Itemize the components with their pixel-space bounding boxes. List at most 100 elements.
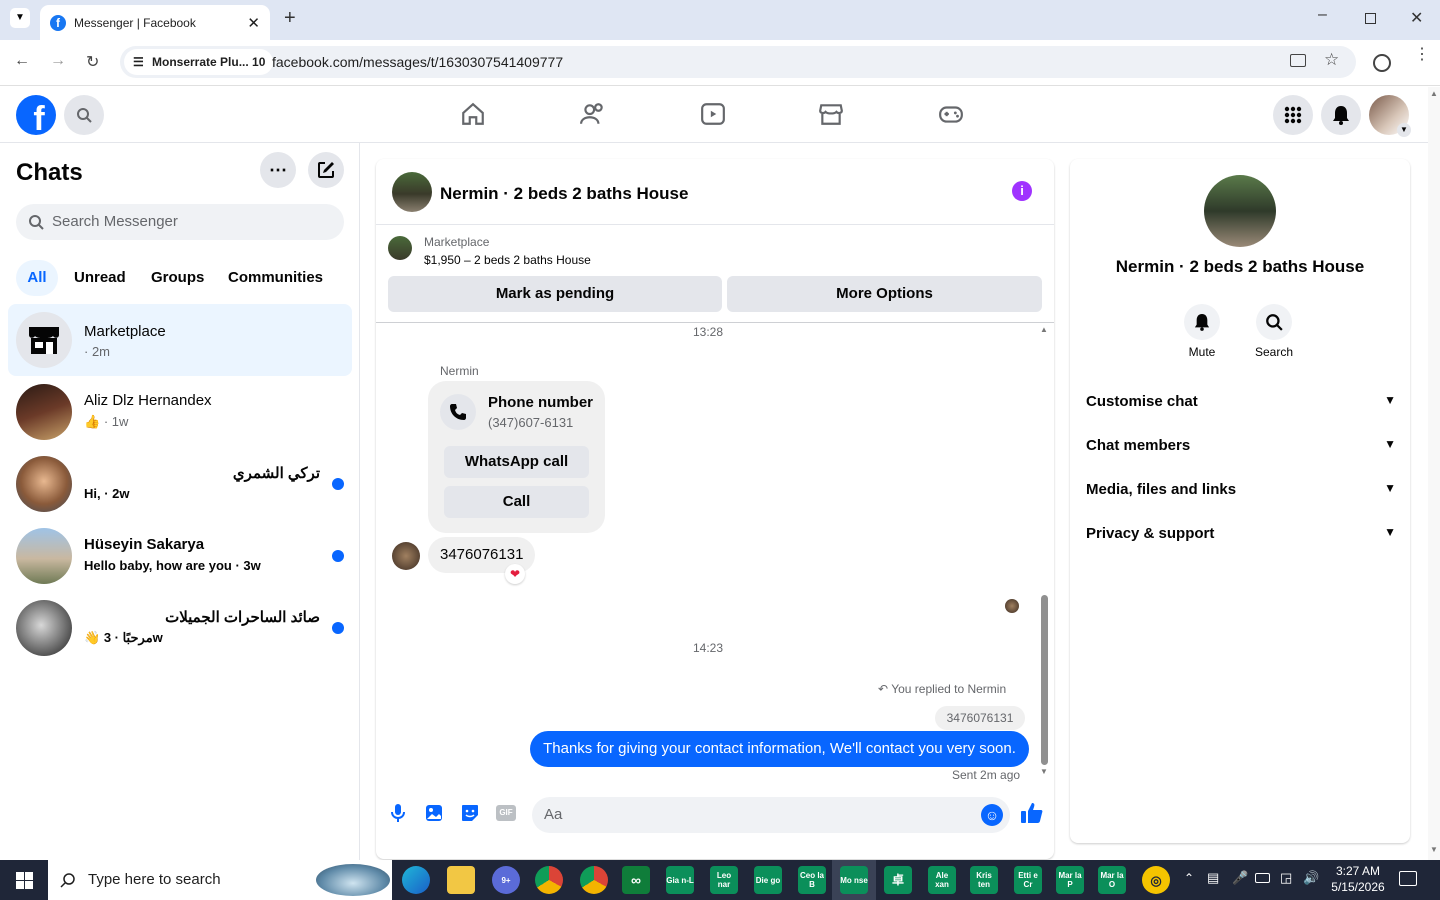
tray-network-icon[interactable]: ▤ [1207,870,1219,886]
notifications-button[interactable] [1321,95,1361,135]
taskbar-app[interactable]: Ale xan [928,866,956,894]
taskbar-app[interactable]: Mar la O [1098,866,1126,894]
listing-title[interactable]: $1,950 – 2 beds 2 baths House [424,253,591,267]
tray-chevron-icon[interactable]: ⌃ [1184,871,1194,885]
forward-icon[interactable]: → [50,52,66,70]
search-button[interactable] [64,95,104,135]
page-scroll-up-icon[interactable]: ▲ [1430,89,1438,98]
site-info-chip[interactable]: ☰ Monserrate Plu... 10 [124,49,274,75]
conversation-title[interactable]: Nermin · 2 beds 2 baths House [440,184,688,204]
infinity-app-icon[interactable]: ∞ [622,866,650,894]
scroll-up-arrow-icon[interactable]: ▲ [1040,325,1048,334]
taskbar-app[interactable]: Kris ten [970,866,998,894]
chrome-icon-2[interactable] [580,866,608,894]
tab-list-button[interactable]: ▼ [10,8,30,28]
taskbar-search-input[interactable]: Type here to search [48,860,392,900]
mark-as-pending-button[interactable]: Mark as pending [388,276,722,312]
chats-options-button[interactable]: ⋯ [260,152,296,188]
facebook-logo-icon[interactable]: f [16,95,56,135]
friends-icon[interactable] [580,101,606,127]
maximize-button[interactable] [1365,13,1376,24]
message-input[interactable]: Aa ☺ [532,797,1010,833]
tray-microphone-icon[interactable]: 🎤 [1232,870,1248,886]
windows-start-icon[interactable] [16,872,33,889]
notification-center-icon[interactable] [1399,871,1417,886]
microphone-icon[interactable] [388,803,408,823]
filter-unread[interactable]: Unread [74,269,126,286]
menu-button[interactable] [1273,95,1313,135]
account-avatar[interactable]: ▼ [1369,95,1411,137]
sender-avatar [392,542,420,570]
filter-communities[interactable]: Communities [228,269,323,286]
minimize-button[interactable]: – [1318,6,1327,24]
install-app-icon[interactable] [1290,54,1306,67]
unread-dot [332,622,344,634]
edge-icon[interactable] [402,866,430,894]
chat-item-huseyin[interactable]: Hüseyin Sakarya Hello baby, how are you … [8,520,352,592]
customise-chat-section[interactable]: Customise chat ▼ [1086,393,1396,410]
bookmark-star-icon[interactable]: ☆ [1324,50,1339,70]
scroll-down-arrow-icon[interactable]: ▼ [1040,767,1048,776]
new-message-button[interactable] [308,152,344,188]
gaming-icon[interactable] [938,101,964,127]
chrome-profile-icon[interactable]: 9+ [492,866,520,894]
marketplace-icon[interactable] [818,101,844,127]
chat-members-section[interactable]: Chat members ▼ [1086,437,1396,454]
taskbar-app-active[interactable]: Mo nse [840,866,868,894]
info-icon[interactable]: i [1012,181,1032,201]
scrollbar-thumb[interactable] [1041,595,1048,765]
tray-volume-icon[interactable]: 🔊 [1303,870,1319,886]
new-tab-button[interactable]: + [284,7,296,30]
search-messenger-input[interactable]: Search Messenger [16,204,344,240]
lastpass-icon[interactable]: ◎ [1142,866,1170,894]
chat-item-saed[interactable]: صائد الساحرات الجميلات 👋 مرحبًا · 3w [8,592,352,664]
chat-item-marketplace[interactable]: Marketplace · 2m [8,304,352,376]
gif-icon[interactable]: GIF [496,805,516,821]
tray-battery-icon[interactable] [1255,873,1270,883]
video-icon[interactable] [700,101,726,127]
taskbar-app[interactable]: Gia n-L [666,866,694,894]
chat-item-aliz[interactable]: Aliz Dlz Hernandex 👍 · 1w [8,376,352,448]
page-scrollbar[interactable]: ▲ ▼ [1428,87,1440,860]
home-icon[interactable] [460,101,486,127]
more-options-button[interactable]: More Options [727,276,1042,312]
taskbar-app[interactable]: Leo nar [710,866,738,894]
chrome-icon[interactable] [535,866,563,894]
tree-app-icon[interactable]: 卓 [884,866,912,894]
replied-quote[interactable]: 3476076131 [935,706,1025,730]
taskbar-app[interactable]: Ceo la B [798,866,826,894]
sticker-icon[interactable] [460,803,480,823]
chat-item-turki[interactable]: تركي الشمري Hi, · 2w [8,448,352,520]
taskbar-app[interactable]: Die go [754,866,782,894]
taskbar-clock[interactable]: 3:27 AM 5/15/2026 [1322,863,1394,895]
media-files-links-section[interactable]: Media, files and links ▼ [1086,481,1396,498]
file-explorer-icon[interactable] [447,866,475,894]
close-window-button[interactable]: ✕ [1410,8,1423,28]
profile-icon[interactable] [1373,54,1391,72]
heart-reaction-icon[interactable]: ❤ [505,564,525,584]
page-scroll-down-icon[interactable]: ▼ [1430,845,1438,854]
listing-thumbnail[interactable] [388,236,412,260]
search-conversation-button[interactable] [1256,304,1292,340]
filter-all[interactable]: All [16,260,58,296]
browser-menu-icon[interactable]: ⋮ [1414,47,1430,63]
privacy-support-section[interactable]: Privacy & support ▼ [1086,525,1396,542]
taskbar-app[interactable]: Etti e Cr [1014,866,1042,894]
close-tab-icon[interactable]: ✕ [247,14,260,32]
info-avatar[interactable] [1204,175,1276,247]
filter-groups[interactable]: Groups [151,269,204,286]
mute-button[interactable] [1184,304,1220,340]
back-icon[interactable]: ← [14,52,30,70]
address-bar[interactable]: ☰ Monserrate Plu... 10 facebook.com/mess… [120,46,1356,78]
photo-icon[interactable] [424,803,444,823]
sent-message-bubble[interactable]: Thanks for giving your contact informati… [530,731,1029,767]
tray-wifi-icon[interactable]: ◲ [1280,870,1292,886]
taskbar-app[interactable]: Mar la P [1056,866,1084,894]
reload-icon[interactable]: ↻ [86,52,99,72]
whatsapp-call-button[interactable]: WhatsApp call [444,446,589,478]
call-button[interactable]: Call [444,486,589,518]
emoji-icon[interactable]: ☺ [981,804,1003,826]
conversation-avatar[interactable] [392,172,432,212]
like-icon[interactable] [1020,801,1044,825]
browser-tab[interactable]: f Messenger | Facebook ✕ [40,5,270,40]
